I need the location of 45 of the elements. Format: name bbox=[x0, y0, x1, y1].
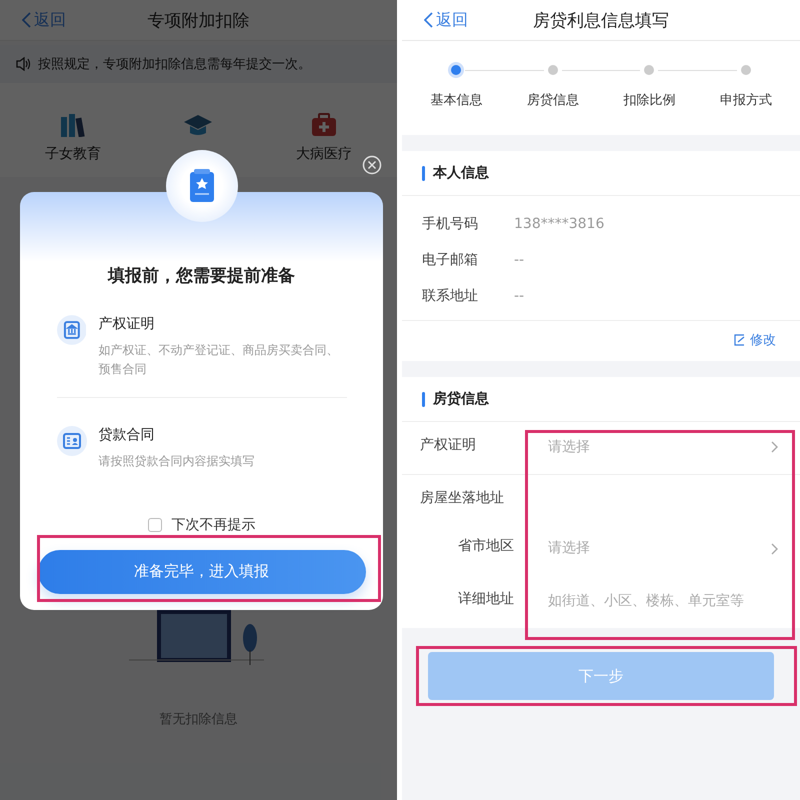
speaker-icon bbox=[16, 57, 32, 71]
dont-remind-checkbox[interactable]: 下次不再提示 bbox=[148, 516, 256, 534]
info-value: -- bbox=[514, 288, 524, 304]
item-title: 贷款合同 bbox=[98, 426, 156, 444]
step-item[interactable]: 基本信息 bbox=[408, 63, 504, 109]
step-item[interactable]: 扣除比例 bbox=[601, 63, 698, 109]
chevron-right-icon bbox=[771, 542, 778, 555]
field-label: 房屋坐落地址 bbox=[420, 489, 505, 508]
graduation-cap-icon bbox=[183, 113, 214, 137]
dialog-title: 填报前，您需要提前准备 bbox=[108, 265, 295, 287]
books-icon bbox=[60, 113, 86, 137]
step-item[interactable]: 房贷信息 bbox=[504, 63, 601, 109]
item-description: 请按照贷款合同内容据实填写 bbox=[98, 453, 254, 470]
input-field[interactable]: 如街道、小区、楼栋、单元室等 bbox=[548, 590, 768, 612]
category-item[interactable]: 大病医疗 bbox=[274, 113, 374, 163]
info-label: 手机号码 bbox=[422, 215, 479, 233]
edit-link[interactable]: 修改 bbox=[734, 331, 776, 349]
page-title: 房贷利息信息填写 bbox=[533, 10, 669, 32]
back-chevron-icon bbox=[424, 12, 433, 28]
page-title: 专项附加扣除 bbox=[148, 10, 250, 32]
notice-text: 按照规定，专项附加扣除信息需每年提交一次。 bbox=[38, 56, 311, 73]
edit-icon bbox=[734, 334, 746, 346]
info-value: -- bbox=[514, 252, 524, 268]
chevron-right-icon bbox=[771, 441, 778, 454]
field-label: 详细地址 bbox=[457, 590, 515, 608]
id-card-icon bbox=[56, 426, 86, 456]
section-title: 本人信息 bbox=[433, 164, 489, 182]
select-field[interactable]: 请选择 bbox=[548, 537, 778, 560]
section-title: 房贷信息 bbox=[433, 390, 489, 408]
item-description: 如产权证、不动产登记证、商品房买卖合同、预售合同 bbox=[98, 342, 340, 378]
info-value: 138****3816 bbox=[514, 216, 604, 232]
category-item[interactable]: 子女教育 bbox=[22, 113, 123, 163]
back-button[interactable]: 返回 bbox=[424, 10, 468, 30]
field-label: 产权证明 bbox=[420, 436, 477, 454]
item-title: 产权证明 bbox=[98, 315, 156, 333]
document-icon bbox=[56, 315, 86, 345]
select-field[interactable]: 请选择 bbox=[548, 436, 778, 458]
info-label: 电子邮箱 bbox=[422, 251, 479, 269]
info-label: 联系地址 bbox=[422, 287, 479, 305]
step-item[interactable]: 申报方式 bbox=[698, 63, 794, 109]
back-button[interactable]: 返回 bbox=[22, 10, 66, 30]
confirm-button[interactable]: 准备完毕，进入填报 bbox=[38, 550, 366, 594]
back-chevron-icon bbox=[22, 12, 31, 28]
medical-kit-icon bbox=[311, 113, 338, 137]
field-label: 省市地区 bbox=[457, 537, 515, 556]
